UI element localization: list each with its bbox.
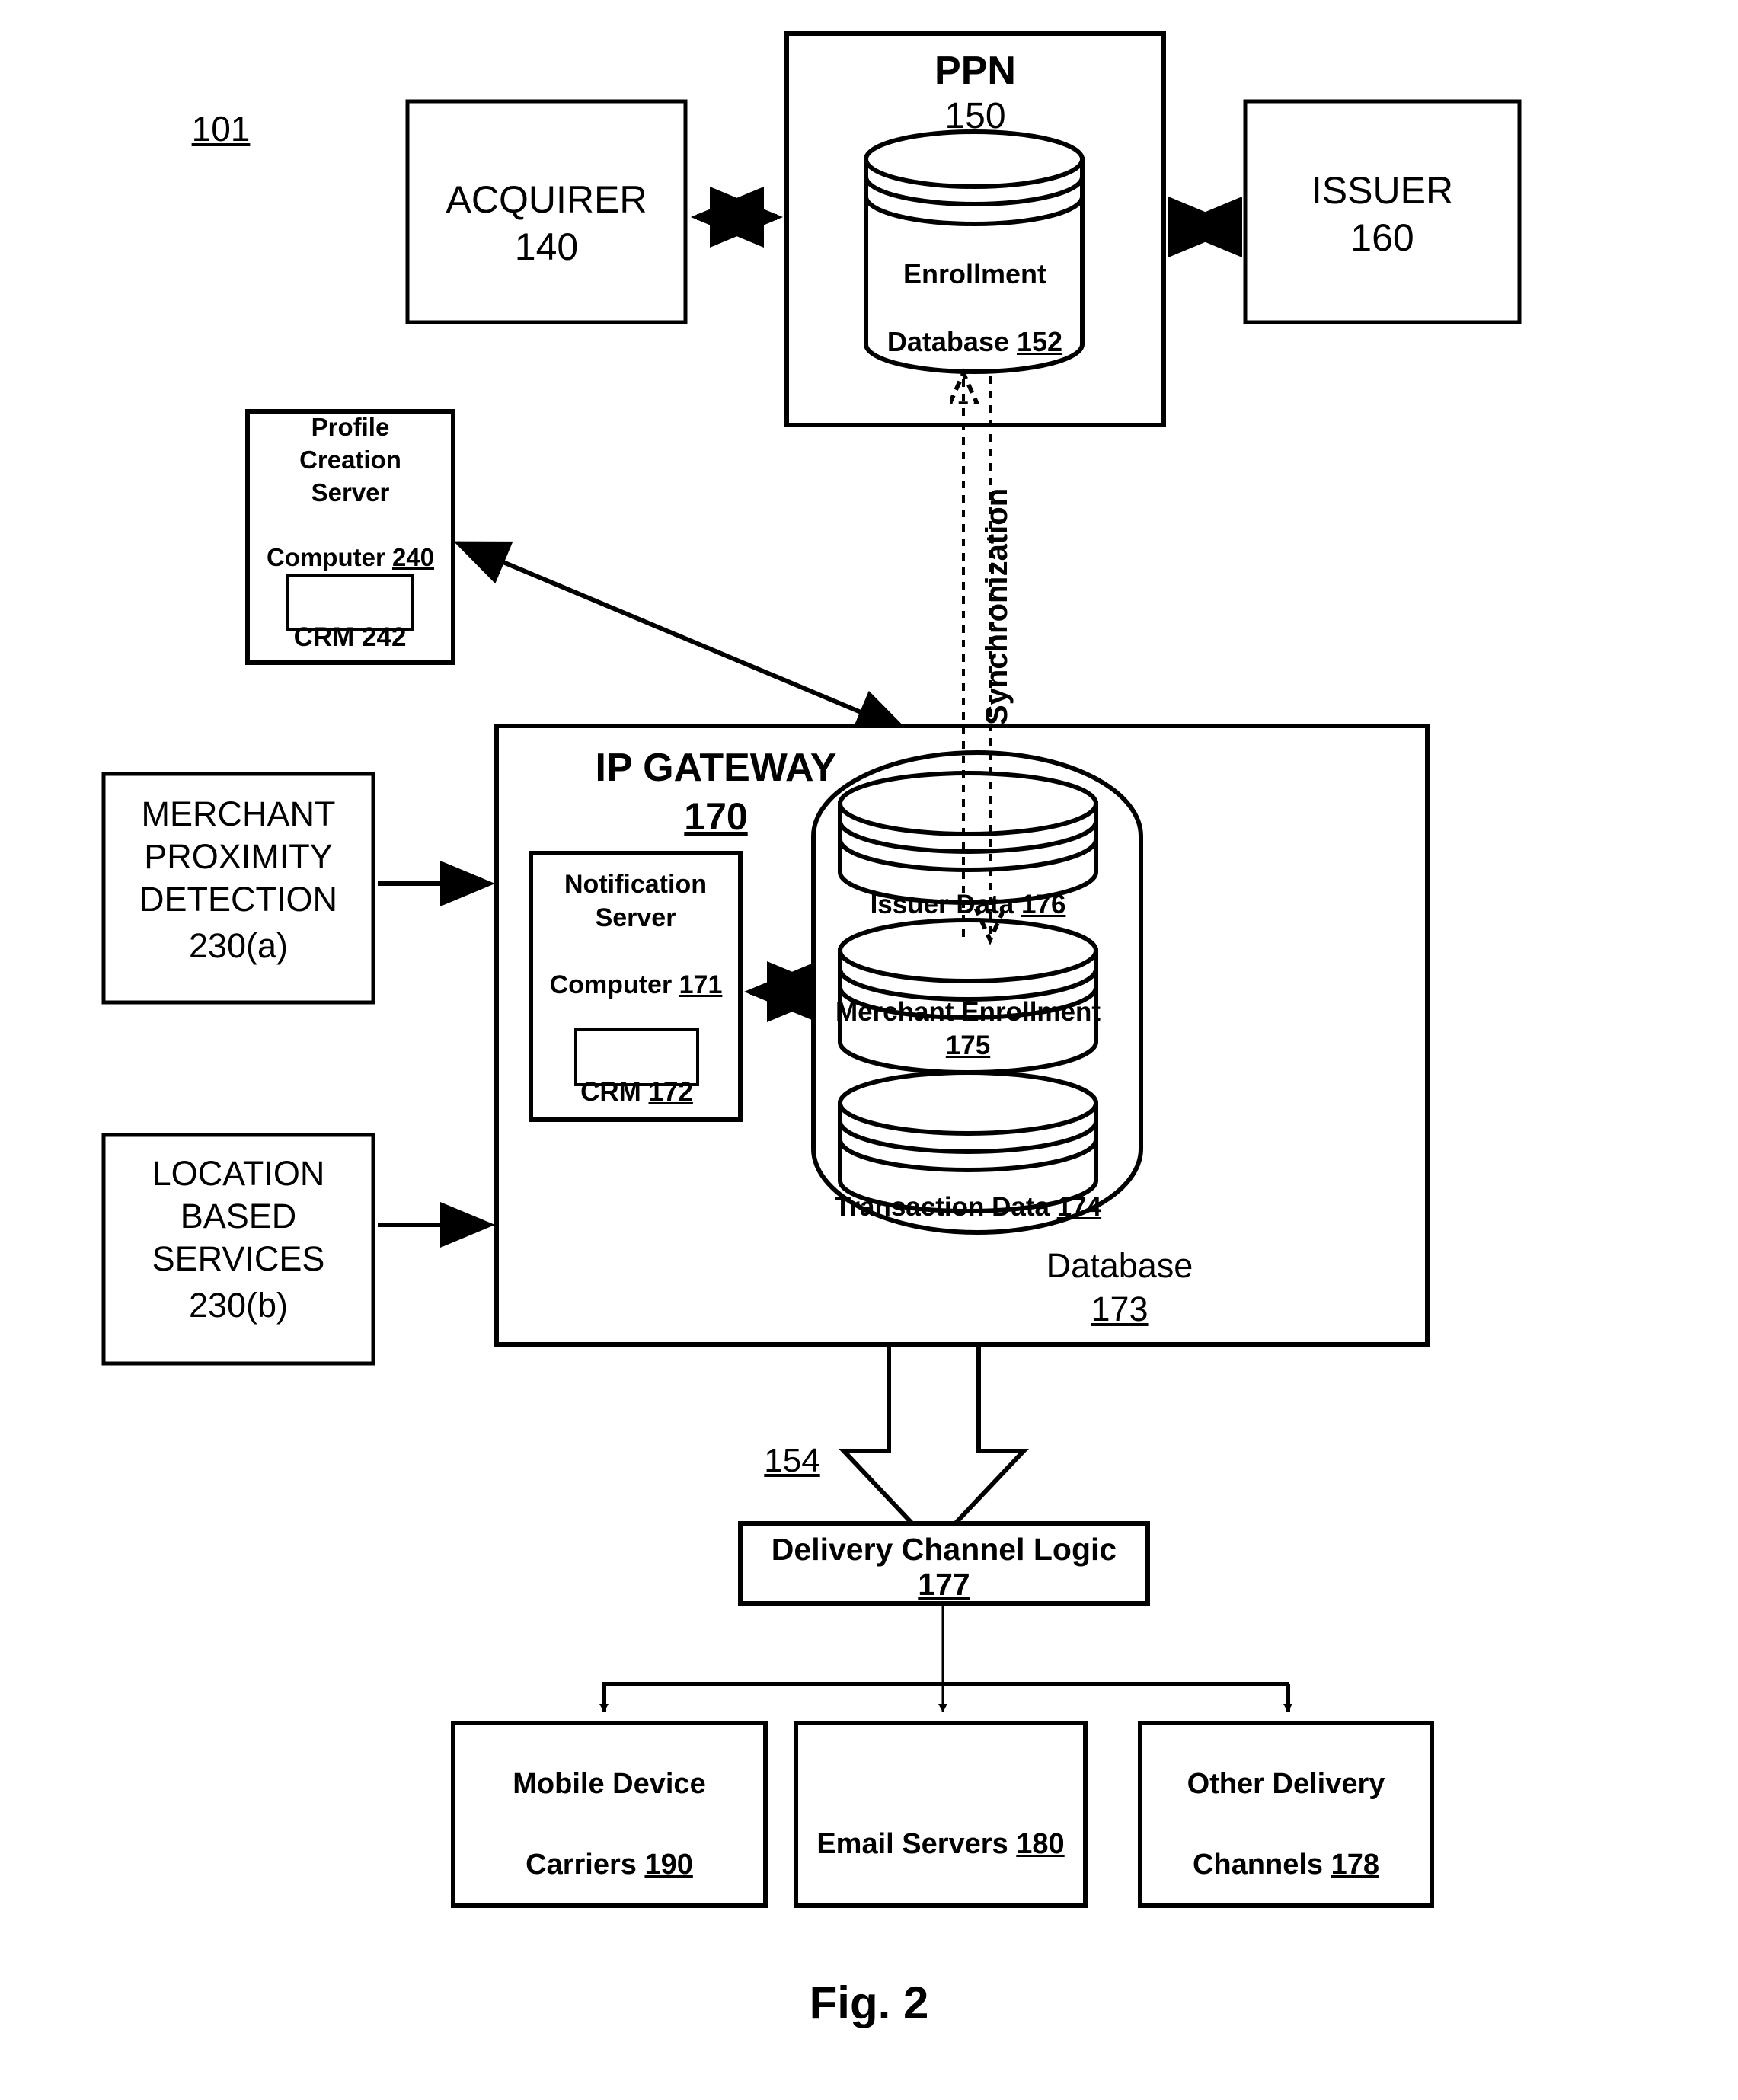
issuer-data-word: Issuer Data — [870, 889, 1014, 919]
merchant-proximity-line2: PROXIMITY — [144, 837, 333, 876]
profile-creation-server-ref: 240 — [391, 543, 435, 572]
profile-creation-server-line1: Profile — [311, 413, 390, 441]
location-based-services-line1: LOCATION — [152, 1154, 325, 1193]
profile-creation-server-word: Computer — [266, 543, 385, 572]
profile-creation-server-line2: Creation — [299, 446, 401, 474]
notification-server-line3: Computer 171 — [526, 935, 746, 1002]
profile-server-gateway-connector — [453, 541, 911, 734]
other-delivery-channels-line2: Channels 178 — [1140, 1809, 1432, 1883]
other-delivery-channels-line1: Other Delivery — [1187, 1768, 1385, 1800]
acquirer-title: ACQUIRER — [446, 178, 647, 221]
merchant-proximity-ref: 230(a) — [188, 926, 289, 965]
profile-crm-label: CRM 242 — [287, 587, 413, 655]
enrollment-database-label-line1: Enrollment — [903, 258, 1046, 289]
database-ref: 173 — [1091, 1290, 1149, 1328]
transaction-data-ref: 174 — [1056, 1191, 1102, 1222]
mobile-device-carriers-line2: Carriers 190 — [453, 1809, 765, 1883]
issuer-ref: 160 — [1350, 216, 1414, 259]
synchronization-label: Synchronization — [980, 487, 1014, 725]
ip-gateway-ref: 170 — [684, 795, 748, 838]
profile-crm-ref: 242 — [362, 622, 407, 652]
mobile-device-carriers-ref: 190 — [644, 1848, 693, 1881]
notification-server-word: Computer — [549, 970, 673, 999]
location-based-services-line3: SERVICES — [152, 1239, 325, 1278]
notification-crm-label: CRM 172 — [576, 1041, 698, 1110]
ppn-title: PPN — [934, 49, 1016, 93]
transaction-data-label: Transaction Data 174 — [834, 1156, 1102, 1225]
notification-server-line1: Notification — [564, 870, 707, 899]
ip-gateway-title: IP GATEWAY — [595, 746, 837, 790]
enrollment-database-word: Database — [887, 326, 1009, 358]
acquirer-ref: 140 — [514, 225, 579, 268]
delivery-channel-logic-ref: 177 — [918, 1567, 970, 1602]
figure-caption: Fig. 2 — [809, 1977, 929, 2028]
issuer-data-label: Issuer Data 176 — [840, 854, 1096, 922]
system-reference-101: 101 — [191, 109, 251, 149]
location-based-services-line2: BASED — [180, 1197, 297, 1235]
notification-crm-ref: 172 — [648, 1076, 693, 1107]
notification-server-ref: 171 — [679, 970, 723, 999]
merchant-enrollment-label: Merchant Enrollment — [835, 997, 1101, 1027]
delivery-fanout-connector — [599, 1603, 1292, 1712]
patent-figure-2: 101 ACQUIRER 140 PPN 150 Enrollment Data… — [0, 0, 1738, 2100]
transaction-data-word: Transaction Data — [834, 1191, 1050, 1222]
profile-crm-word: CRM — [293, 622, 355, 652]
other-delivery-channels-word: Channels — [1192, 1848, 1324, 1881]
email-servers-ref: 180 — [1016, 1827, 1065, 1860]
issuer-title: ISSUER — [1311, 169, 1454, 212]
mobile-device-carriers-line1: Mobile Device — [513, 1768, 706, 1800]
ppn-ref: 150 — [944, 96, 1006, 136]
merchant-enrollment-ref: 175 — [945, 1031, 991, 1060]
big-arrow-ref-154: 154 — [764, 1442, 820, 1479]
notification-server-line2: Server — [595, 903, 676, 932]
location-based-services-ref: 230(b) — [188, 1286, 289, 1325]
email-servers-label: Email Servers 180 — [796, 1788, 1085, 1862]
email-servers-word: Email Servers — [816, 1827, 1008, 1860]
delivery-channel-logic-label: Delivery Channel Logic — [771, 1532, 1117, 1567]
profile-creation-server-line3: Server — [311, 478, 390, 507]
enrollment-database-ref: 152 — [1017, 326, 1063, 358]
issuer-data-ref: 176 — [1021, 889, 1066, 919]
database-label: Database — [1046, 1246, 1193, 1285]
enrollment-database-label-line2: Database 152 — [838, 289, 1112, 360]
merchant-proximity-line3: DETECTION — [139, 880, 337, 919]
notification-crm-word: CRM — [580, 1076, 641, 1107]
profile-creation-server-line4: Computer 240 — [241, 510, 459, 574]
merchant-proximity-line1: MERCHANT — [141, 794, 336, 833]
mobile-device-carriers-word: Carriers — [526, 1848, 637, 1881]
big-down-arrow-154 — [839, 1342, 1029, 1550]
other-delivery-channels-ref: 178 — [1331, 1848, 1379, 1881]
